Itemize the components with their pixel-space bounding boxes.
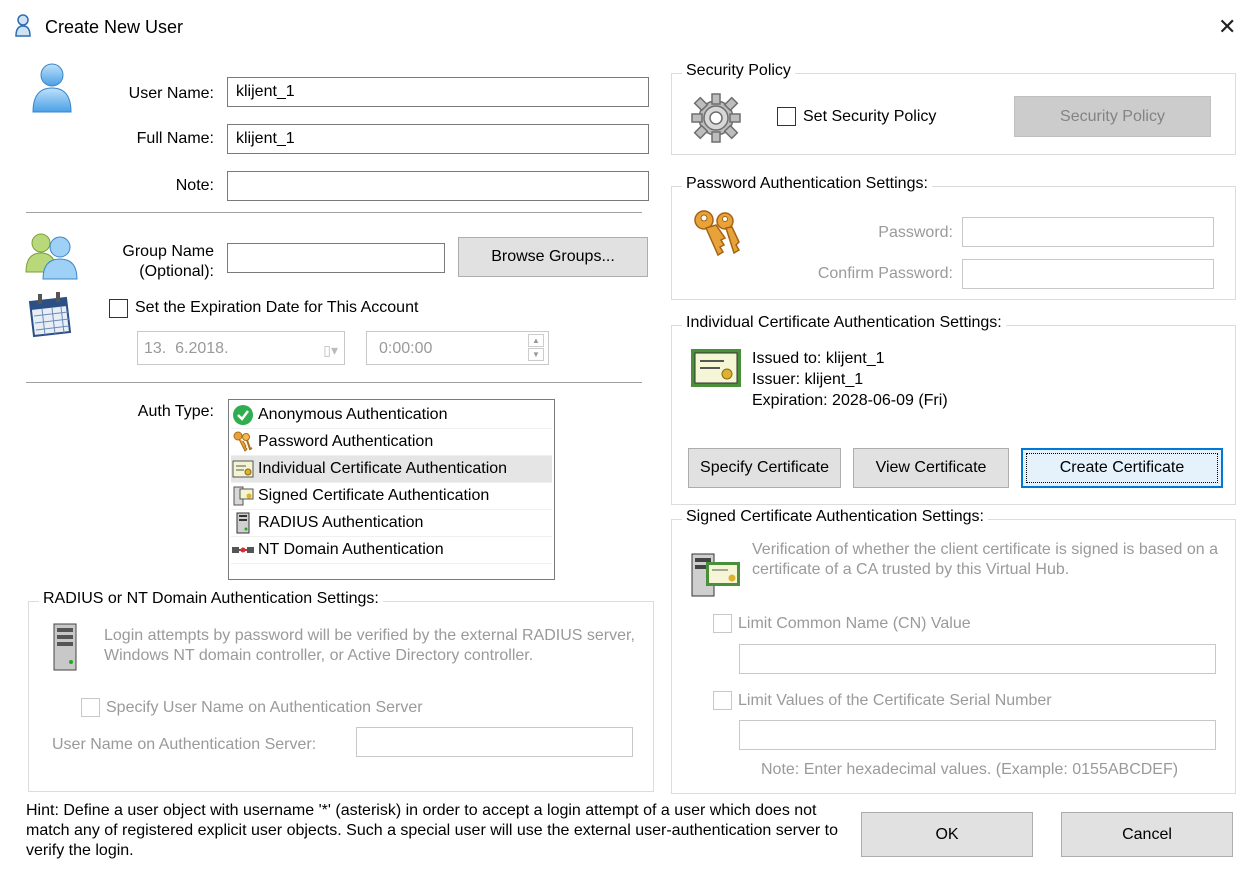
limit-serial-input[interactable]	[739, 720, 1216, 750]
specify-username-checkbox[interactable]	[81, 698, 100, 717]
note-label: Note:	[175, 177, 214, 194]
auth-item-label: Password Authentication	[258, 433, 434, 450]
security-policy-checkbox[interactable]	[777, 107, 796, 126]
auth-item-label: Signed Certificate Authentication	[258, 487, 490, 504]
user-avatar-icon	[30, 62, 74, 114]
group-name-label-line1: Group Name	[122, 243, 214, 260]
expiration-date-value: 13. 6.2018.	[144, 340, 229, 357]
title-bar: Create New User ✕	[0, 0, 1253, 56]
server-icon	[51, 622, 79, 672]
expiration-date-picker[interactable]: 13. 6.2018. ▯▾	[137, 331, 345, 365]
certificate-icon	[231, 457, 255, 481]
individual-cert-group: Individual Certificate Authentication Se…	[671, 314, 1236, 505]
limit-serial-label: Limit Values of the Certificate Serial N…	[738, 692, 1052, 709]
auth-item-label: RADIUS Authentication	[258, 514, 424, 531]
calendar-dropdown-icon[interactable]: ▯▾	[323, 339, 338, 361]
signed-cert-icon	[690, 550, 742, 600]
specify-username-label: Specify User Name on Authentication Serv…	[106, 699, 423, 716]
group-name-input[interactable]	[227, 243, 445, 273]
window-title: Create New User	[45, 17, 184, 37]
password-label: Password:	[878, 224, 953, 241]
limit-cn-label: Limit Common Name (CN) Value	[738, 615, 971, 632]
fullname-label: Full Name:	[136, 130, 214, 147]
security-policy-label: Set Security Policy	[803, 108, 937, 125]
network-icon	[231, 538, 255, 562]
username-input[interactable]	[227, 77, 649, 107]
keys-icon	[692, 209, 742, 261]
create-certificate-button[interactable]: Create Certificate	[1021, 448, 1223, 488]
password-settings-group: Password Authentication Settings: Passwo…	[671, 175, 1236, 300]
cert-issuer: Issuer: klijent_1	[752, 371, 864, 388]
auth-item-nt-domain[interactable]: NT Domain Authentication	[231, 537, 552, 564]
security-policy-title: Security Policy	[682, 62, 795, 80]
auth-item-anonymous[interactable]: Anonymous Authentication	[231, 402, 552, 429]
expiration-time-spinner[interactable]: 0:00:00 ▲ ▼	[366, 331, 549, 365]
expiration-checkbox[interactable]	[109, 299, 128, 318]
password-settings-title: Password Authentication Settings:	[682, 175, 932, 193]
server-username-label: User Name on Authentication Server:	[52, 736, 317, 753]
cert-expiration: Expiration: 2028-06-09 (Fri)	[752, 392, 948, 409]
confirm-password-label: Confirm Password:	[817, 265, 953, 282]
auth-item-label: NT Domain Authentication	[258, 541, 444, 558]
ok-button[interactable]: OK	[861, 812, 1033, 857]
spin-up-icon[interactable]: ▲	[528, 334, 544, 347]
close-icon[interactable]: ✕	[1218, 14, 1236, 40]
security-policy-group: Security Policy Set Security Policy Secu…	[671, 62, 1236, 155]
hint-text: Hint: Define a user object with username…	[26, 802, 838, 859]
spin-down-icon[interactable]: ▼	[528, 348, 544, 361]
auth-item-label: Anonymous Authentication	[258, 406, 448, 423]
username-label: User Name:	[128, 85, 214, 102]
auth-item-label: Individual Certificate Authentication	[258, 460, 508, 477]
view-certificate-button[interactable]: View Certificate	[853, 448, 1009, 488]
check-icon	[231, 403, 255, 427]
security-policy-button[interactable]: Security Policy	[1014, 96, 1211, 137]
limit-cn-input[interactable]	[739, 644, 1216, 674]
note-input[interactable]	[227, 171, 649, 201]
keys-icon	[231, 430, 255, 454]
password-input[interactable]	[962, 217, 1214, 247]
specify-certificate-button[interactable]: Specify Certificate	[688, 448, 841, 488]
divider	[26, 382, 642, 383]
hex-note: Note: Enter hexadecimal values. (Example…	[761, 761, 1179, 778]
auth-item-individual-cert[interactable]: Individual Certificate Authentication	[231, 456, 552, 483]
cancel-button[interactable]: Cancel	[1061, 812, 1233, 857]
server-icon	[231, 511, 255, 535]
browse-groups-button[interactable]: Browse Groups...	[458, 237, 648, 277]
limit-serial-checkbox[interactable]	[713, 691, 732, 710]
auth-item-radius[interactable]: RADIUS Authentication	[231, 510, 552, 537]
fullname-input[interactable]	[227, 124, 649, 154]
gear-icon	[690, 92, 742, 144]
individual-cert-title: Individual Certificate Authentication Se…	[682, 314, 1006, 332]
auth-type-list[interactable]: Anonymous Authentication Password Authen…	[228, 399, 555, 580]
divider	[26, 212, 642, 213]
limit-cn-checkbox[interactable]	[713, 614, 732, 633]
group-icon	[24, 232, 78, 280]
expiration-time-value: 0:00:00	[379, 340, 433, 357]
server-username-input[interactable]	[356, 727, 633, 757]
signed-cert-description: Verification of whether the client certi…	[752, 541, 1219, 578]
auth-item-signed-cert[interactable]: Signed Certificate Authentication	[231, 483, 552, 510]
confirm-password-input[interactable]	[962, 259, 1214, 289]
group-name-label-line2: (Optional):	[139, 263, 214, 280]
radius-group-title: RADIUS or NT Domain Authentication Setti…	[39, 590, 383, 608]
expiration-label: Set the Expiration Date for This Account	[135, 299, 419, 316]
radius-description: Login attempts by password will be verif…	[104, 627, 635, 664]
auth-item-password[interactable]: Password Authentication	[231, 429, 552, 456]
auth-type-label: Auth Type:	[137, 403, 214, 420]
cert-issued-to: Issued to: klijent_1	[752, 350, 885, 367]
user-icon	[14, 14, 32, 38]
calendar-icon	[26, 292, 76, 338]
certificate-icon	[690, 348, 742, 388]
signed-cert-group: Signed Certificate Authentication Settin…	[671, 508, 1236, 794]
signed-cert-icon	[231, 484, 255, 508]
signed-cert-title: Signed Certificate Authentication Settin…	[682, 508, 988, 526]
radius-settings-group: RADIUS or NT Domain Authentication Setti…	[28, 590, 654, 792]
